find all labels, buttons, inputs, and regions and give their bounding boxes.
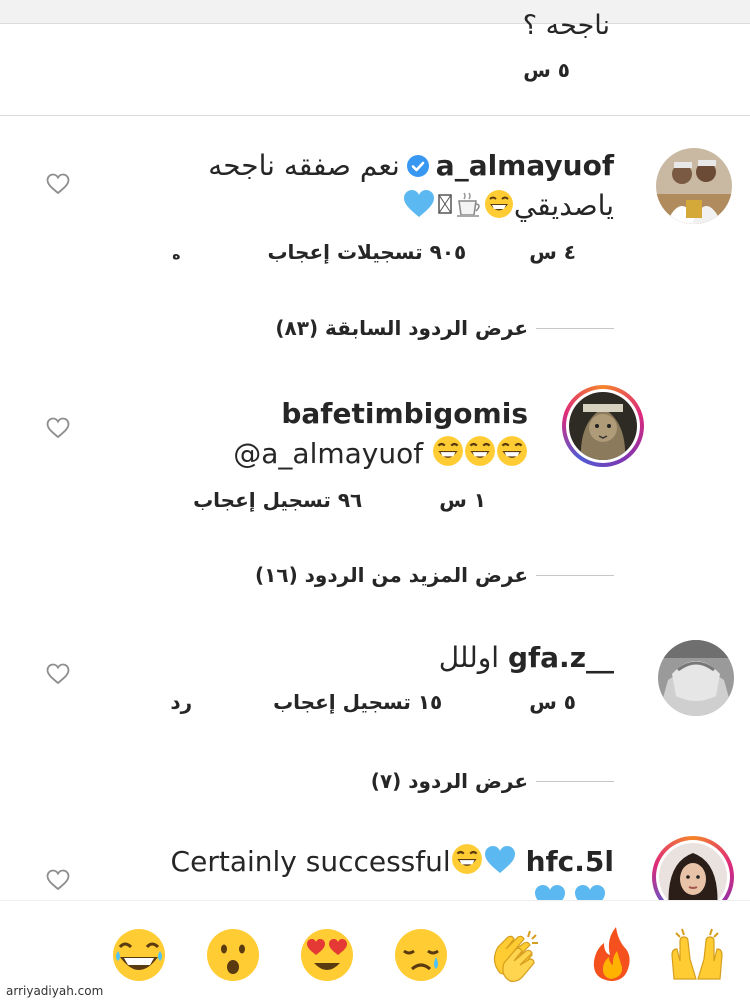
blue-heart-icon <box>484 846 515 873</box>
missing-glyph-icon <box>438 194 452 214</box>
view-more-replies[interactable]: عرض المزيد من الردود (١٦) <box>255 563 528 587</box>
like-heart-icon[interactable] <box>46 663 70 685</box>
comment-time: ٥ س <box>529 690 576 714</box>
partial-hearts-row <box>530 884 614 900</box>
avatar <box>569 392 637 460</box>
reply-button[interactable]: ه <box>172 247 180 263</box>
comment-body: a_almayuof نعم صفقه ناجحه ياصديقي <box>154 146 614 226</box>
verified-badge-icon <box>406 155 429 177</box>
heart-eyes-face-icon[interactable] <box>298 925 356 983</box>
view-replies-line <box>536 781 614 782</box>
avatar-story-ring[interactable] <box>562 385 644 467</box>
view-replies[interactable]: عرض الردود (٧) <box>371 769 528 793</box>
comment-username[interactable]: a_almayuof <box>436 149 614 182</box>
laughing-face-icon <box>484 190 513 218</box>
quick-reactions-bar <box>0 900 750 1000</box>
comment-text-line1: نعم صفقه ناجحه <box>208 149 400 182</box>
comment-likes[interactable]: ١٥ تسجيل إعجاب <box>273 690 442 714</box>
comment-meta: ٥ س ١٥ تسجيل إعجاب رد <box>170 690 576 714</box>
fire-icon[interactable] <box>582 925 640 983</box>
comment-username[interactable]: bafetimbigomis <box>281 397 528 430</box>
comment-likes[interactable]: ٩٦ تسجيل إعجاب <box>193 488 362 512</box>
comment-mention[interactable]: @a_almayuof <box>233 437 423 470</box>
laughing-face-icon <box>465 436 495 466</box>
comment-text: اوللل <box>438 641 500 674</box>
comment-meta: ١ س ٩٦ تسجيل إعجاب <box>193 488 486 512</box>
comment-body: hfc.5l Certainly successful <box>124 842 614 882</box>
view-previous-replies[interactable]: عرض الردود السابقة (٨٣) <box>275 316 528 340</box>
view-replies-line <box>536 328 614 329</box>
laughing-face-icon[interactable] <box>110 925 168 983</box>
avatar[interactable] <box>656 148 732 224</box>
comment-text: Certainly successful <box>170 845 451 878</box>
laughing-face-icon <box>433 436 463 466</box>
view-replies-line <box>536 575 614 576</box>
watermark: arriyadiyah.com <box>6 984 104 998</box>
blue-heart-icon <box>535 885 605 900</box>
laughing-face-icon <box>451 844 482 874</box>
like-heart-icon[interactable] <box>46 173 70 195</box>
comment-time: ٤ س <box>529 240 576 264</box>
raising-hands-icon[interactable] <box>668 925 726 983</box>
like-heart-icon[interactable] <box>46 869 70 891</box>
comment-username[interactable]: gfa.z__ <box>508 641 614 674</box>
comment-meta: ٤ س ٩٠٥ تسجيلات إعجاب ه <box>172 240 576 264</box>
crying-face-icon[interactable] <box>392 925 450 983</box>
comment-text-line2: ياصديقي <box>513 189 614 222</box>
comment-body: gfa.z__ اوللل <box>154 638 614 678</box>
instagram-comments-screen: ناجحه ؟ ٥ س a_almayuof نعم صفقه ناجحه ياص… <box>0 0 750 1000</box>
reply-button[interactable]: رد <box>170 690 192 714</box>
comment-likes[interactable]: ٩٠٥ تسجيلات إعجاب <box>267 240 466 264</box>
partial-comment-text: ناجحه ؟ <box>522 10 610 41</box>
clapping-hands-icon[interactable] <box>486 925 544 983</box>
laughing-face-icon <box>497 436 527 466</box>
blue-heart-icon <box>403 190 434 217</box>
comment-username[interactable]: hfc.5l <box>526 845 614 878</box>
section-divider <box>0 115 750 116</box>
coffee-icon <box>456 192 480 217</box>
partial-comment-time: ٥ س <box>523 58 570 82</box>
avatar[interactable] <box>658 640 734 716</box>
like-heart-icon[interactable] <box>46 417 70 439</box>
surprised-face-icon[interactable] <box>204 925 262 983</box>
comment-time: ١ س <box>439 488 486 512</box>
comment-body: bafetimbigomis @a_almayuof <box>128 394 528 474</box>
